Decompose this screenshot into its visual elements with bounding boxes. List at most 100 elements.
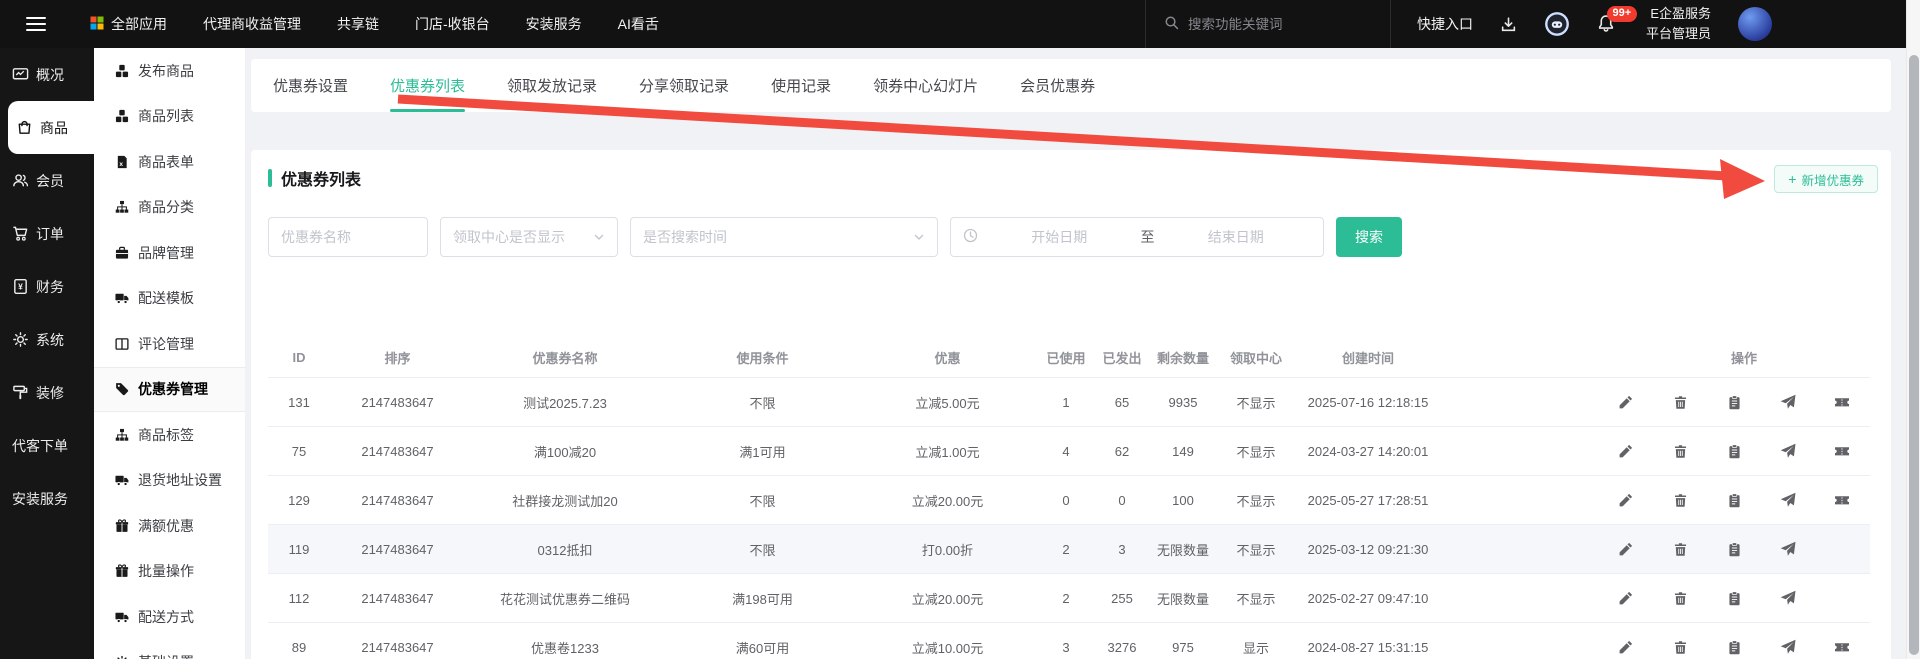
sidebar-item-proxy-order[interactable]: 代客下单 — [0, 419, 94, 472]
document-icon: x — [115, 155, 129, 169]
sidebar-item-orders[interactable]: 订单 — [0, 207, 94, 260]
user-info[interactable]: E企盈服务 平台管理员 — [1646, 4, 1711, 44]
cell-issued: 65 — [1097, 395, 1147, 410]
send-icon[interactable] — [1780, 541, 1796, 557]
hamburger-menu-icon[interactable] — [26, 13, 46, 34]
submenu-item-basic-settings[interactable]: 基础设置 — [94, 640, 245, 659]
nav-all-apps[interactable]: 全部应用 — [90, 14, 167, 34]
sidebar-item-goods[interactable]: 商品 — [8, 101, 94, 154]
sidebar-item-decorate[interactable]: 装修 — [0, 366, 94, 419]
cell-actions — [1443, 590, 1870, 606]
edit-icon[interactable] — [1618, 639, 1634, 655]
add-coupon-button[interactable]: + 新增优惠券 — [1774, 165, 1878, 193]
nav-ai-tongue[interactable]: AI看舌 — [618, 14, 659, 34]
nav-store-cashier[interactable]: 门店-收银台 — [415, 14, 490, 34]
tab-coupon-center-slides[interactable]: 领券中心幻灯片 — [873, 59, 978, 112]
copy-record-icon[interactable] — [1726, 541, 1742, 557]
download-icon[interactable] — [1500, 16, 1517, 33]
edit-icon[interactable] — [1618, 443, 1634, 459]
system-gear-icon — [12, 331, 29, 348]
submenu-item-publish-goods[interactable]: 发布商品 — [94, 48, 245, 94]
tab-coupon-list[interactable]: 优惠券列表 — [390, 59, 465, 112]
submenu-item-delivery-template[interactable]: 配送模板 — [94, 276, 245, 322]
page-title: 优惠券列表 — [281, 166, 361, 190]
cell-created: 2024-08-27 15:31:15 — [1293, 640, 1443, 655]
sidebar-item-system[interactable]: 系统 — [0, 313, 94, 366]
nav-label: 门店-收银台 — [415, 14, 490, 34]
ticket-icon[interactable] — [1834, 443, 1850, 459]
tab-claim-issue-records[interactable]: 领取发放记录 — [507, 59, 597, 112]
copy-record-icon[interactable] — [1726, 443, 1742, 459]
search-input[interactable] — [1188, 17, 1348, 32]
copy-record-icon[interactable] — [1726, 492, 1742, 508]
copy-record-icon[interactable] — [1726, 590, 1742, 606]
tab-usage-records[interactable]: 使用记录 — [771, 59, 831, 112]
user-org: E企盈服务 — [1646, 4, 1711, 24]
delete-icon[interactable] — [1672, 639, 1688, 655]
sidebar-item-members[interactable]: 会员 — [0, 154, 94, 207]
sidebar-item-install-service[interactable]: 安装服务 — [0, 472, 94, 525]
submenu-item-full-discount[interactable]: 满额优惠 — [94, 503, 245, 549]
send-icon[interactable] — [1780, 443, 1796, 459]
nav-share-chain[interactable]: 共享链 — [337, 14, 379, 34]
submenu-item-batch-operation[interactable]: 批量操作 — [94, 549, 245, 595]
submenu-item-goods-list[interactable]: 商品列表 — [94, 94, 245, 140]
gift-icon — [115, 519, 129, 533]
notifications-bell-icon[interactable]: 99+ — [1597, 14, 1615, 35]
delete-icon[interactable] — [1672, 590, 1688, 606]
submenu-item-goods-category[interactable]: 商品分类 — [94, 185, 245, 231]
cell-condition: 满60可用 — [665, 638, 860, 657]
edit-icon[interactable] — [1618, 590, 1634, 606]
cell-condition: 不限 — [665, 393, 860, 412]
ai-assistant-icon[interactable] — [1544, 11, 1570, 37]
submenu-item-comment-management[interactable]: 评论管理 — [94, 321, 245, 367]
edit-icon[interactable] — [1618, 492, 1634, 508]
edit-icon[interactable] — [1618, 394, 1634, 410]
submenu-item-brand-management[interactable]: 品牌管理 — [94, 230, 245, 276]
copy-record-icon[interactable] — [1726, 394, 1742, 410]
ticket-icon[interactable] — [1834, 394, 1850, 410]
delete-icon[interactable] — [1672, 541, 1688, 557]
display-in-center-select[interactable]: 领取中心是否显示 — [440, 217, 618, 257]
nav-install-service[interactable]: 安装服务 — [526, 14, 582, 34]
submenu-item-goods-form[interactable]: x商品表单 — [94, 139, 245, 185]
cell-id: 112 — [268, 591, 330, 606]
submenu-item-goods-tags[interactable]: 商品标签 — [94, 412, 245, 458]
submenu-item-coupon-management[interactable]: 优惠券管理 — [94, 367, 245, 413]
tab-share-claim-records[interactable]: 分享领取记录 — [639, 59, 729, 112]
page-scrollbar[interactable] — [1906, 0, 1920, 659]
submenu-label: 满额优惠 — [138, 516, 194, 536]
ticket-icon[interactable] — [1834, 492, 1850, 508]
submenu-item-delivery-method[interactable]: 配送方式 — [94, 594, 245, 640]
date-range-picker[interactable]: 开始日期 至 结束日期 — [950, 217, 1324, 257]
cell-sort: 2147483647 — [330, 395, 465, 410]
topbar-search[interactable] — [1146, 15, 1390, 33]
copy-record-icon[interactable] — [1726, 639, 1742, 655]
send-icon[interactable] — [1780, 492, 1796, 508]
send-icon[interactable] — [1780, 590, 1796, 606]
tab-member-coupons[interactable]: 会员优惠券 — [1020, 59, 1095, 112]
scrollbar-thumb[interactable] — [1909, 55, 1920, 655]
avatar[interactable] — [1738, 7, 1772, 41]
delete-icon[interactable] — [1672, 394, 1688, 410]
sidebar-item-finance[interactable]: ¥财务 — [0, 260, 94, 313]
search-button[interactable]: 搜索 — [1336, 217, 1402, 257]
quick-entry-link[interactable]: 快捷入口 — [1417, 14, 1473, 34]
send-icon[interactable] — [1780, 639, 1796, 655]
table-row: 112 2147483647 花花测试优惠券二维码 满198可用 立减20.00… — [268, 574, 1870, 623]
ticket-icon[interactable] — [1834, 639, 1850, 655]
delete-icon[interactable] — [1672, 492, 1688, 508]
coupon-name-input[interactable] — [281, 229, 415, 245]
delete-icon[interactable] — [1672, 443, 1688, 459]
send-icon[interactable] — [1780, 394, 1796, 410]
cubes-icon — [115, 64, 129, 78]
sidebar-item-label: 系统 — [36, 330, 64, 350]
tab-coupon-settings[interactable]: 优惠券设置 — [273, 59, 348, 112]
submenu-item-return-address[interactable]: 退货地址设置 — [94, 458, 245, 504]
cell-remaining: 100 — [1147, 493, 1219, 508]
cell-id: 89 — [268, 640, 330, 655]
sidebar-item-overview[interactable]: 概况 — [0, 48, 94, 101]
search-time-select[interactable]: 是否搜索时间 — [630, 217, 938, 257]
nav-agent-revenue[interactable]: 代理商收益管理 — [203, 14, 301, 34]
edit-icon[interactable] — [1618, 541, 1634, 557]
